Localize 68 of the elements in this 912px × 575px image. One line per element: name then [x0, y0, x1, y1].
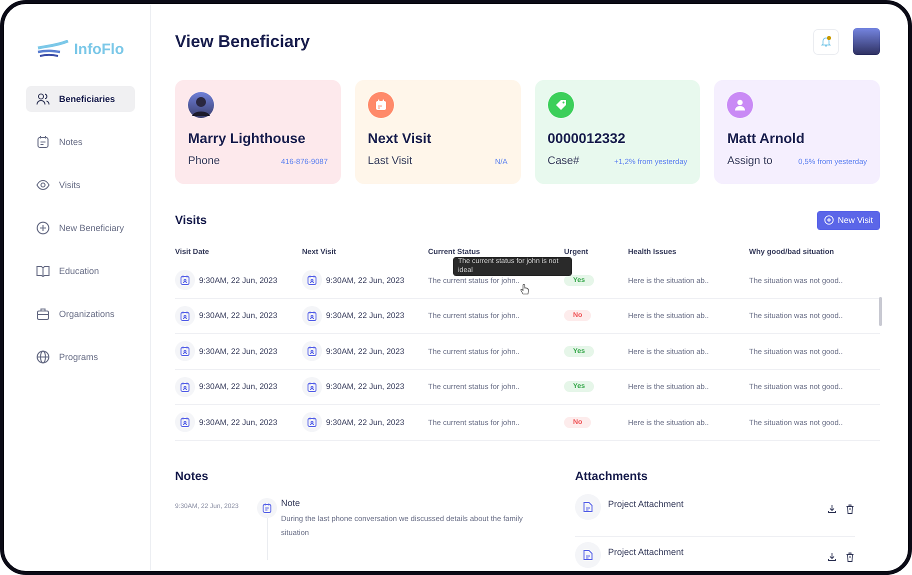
user-icon	[727, 92, 754, 118]
hand-cursor-icon	[520, 284, 529, 295]
calendar-icon	[368, 92, 394, 118]
book-icon	[36, 264, 50, 278]
date-text: 9:30AM, 22 Jun, 2023	[199, 311, 278, 320]
calendar-icon	[307, 382, 317, 392]
date-text: 9:30AM, 22 Jun, 2023	[199, 346, 278, 356]
tag-icon	[548, 92, 574, 118]
section-title: Visits	[175, 213, 207, 227]
card-label: Case#	[548, 155, 580, 167]
date-text: 9:30AM, 22 Jun, 2023	[326, 418, 404, 427]
scrollbar[interactable]	[879, 297, 882, 326]
logo-icon	[36, 40, 70, 58]
calendar-icon	[307, 310, 317, 321]
card-title: Marry Lighthouse	[188, 130, 306, 146]
calendar-icon	[307, 346, 317, 356]
card-title: 0000012332	[548, 130, 626, 146]
users-icon	[36, 92, 50, 106]
calendar-icon	[307, 275, 317, 286]
date-text: 9:30AM, 22 Jun, 2023	[326, 276, 404, 285]
new-visit-button[interactable]: New Visit	[816, 210, 880, 230]
trash-icon[interactable]	[845, 504, 855, 514]
section-title: Attachments	[575, 468, 649, 484]
calendar-icon	[307, 417, 317, 428]
eye-icon	[36, 178, 50, 192]
date-text: 9:30AM, 22 Jun, 2023	[199, 276, 278, 285]
note-title: Note	[281, 498, 302, 508]
sidebar-item[interactable]: Education	[26, 258, 135, 284]
section-title: Notes	[175, 468, 210, 484]
card-label: Phone	[188, 155, 220, 167]
date-text: 9:30AM, 22 Jun, 2023	[326, 311, 404, 320]
date-text: 9:30AM, 22 Jun, 2023	[326, 346, 404, 356]
date-text: 9:30AM, 22 Jun, 2023	[199, 418, 278, 427]
document-icon	[582, 500, 594, 512]
plus-circle-icon	[824, 215, 834, 225]
sidebar-item[interactable]: Beneficiaries	[26, 86, 135, 112]
card-title: Next Visit	[368, 130, 432, 146]
notepad-icon	[36, 135, 50, 149]
calendar-icon	[180, 310, 190, 321]
sidebar-item[interactable]: New Beneficiary	[26, 215, 135, 241]
card-label: Assign to	[727, 155, 772, 167]
notepad-icon	[262, 502, 272, 512]
calendar-icon	[180, 382, 190, 392]
attachment-name: Project Attachment	[608, 498, 685, 508]
avatar	[188, 92, 214, 118]
user-avatar[interactable]	[853, 28, 880, 55]
download-icon[interactable]	[827, 552, 837, 562]
logo-text: InfoFlo	[74, 40, 124, 58]
calendar-icon	[180, 346, 190, 356]
globe-icon	[36, 350, 50, 364]
briefcase-icon	[36, 307, 50, 321]
trash-icon[interactable]	[845, 552, 855, 562]
sidebar-item[interactable]: Visits	[26, 172, 135, 198]
card-title: Matt Arnold	[727, 130, 806, 146]
date-text: 9:30AM, 22 Jun, 2023	[199, 382, 278, 392]
sidebar-item[interactable]: Notes	[26, 129, 135, 155]
bell-icon	[821, 36, 831, 47]
sidebar-item[interactable]: Programs	[26, 344, 135, 370]
download-icon[interactable]	[827, 504, 837, 514]
date-text: 9:30AM, 22 Jun, 2023	[326, 382, 404, 392]
plus-circle-icon	[36, 221, 50, 235]
calendar-icon	[180, 417, 190, 428]
page-title: View Beneficiary	[175, 32, 310, 52]
calendar-icon	[180, 275, 190, 286]
card-label: Last Visit	[368, 155, 412, 167]
sidebar-item[interactable]: Organizations	[26, 301, 135, 327]
document-icon	[582, 548, 594, 560]
attachment-name: Project Attachment	[608, 546, 685, 556]
